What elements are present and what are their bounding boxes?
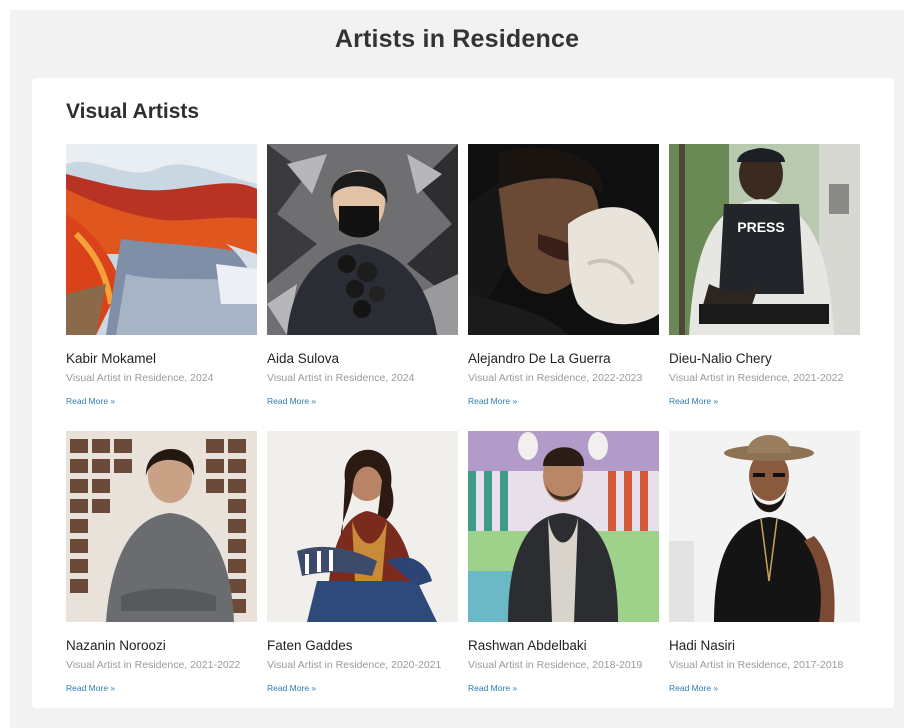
read-more-link[interactable]: Read More » [66,683,115,693]
artist-photo[interactable] [267,144,458,335]
artist-card: PRESS Dieu-Nalio Chery Visual Artist in … [669,144,860,431]
artist-role: Visual Artist in Residence, 2021-2022 [66,659,241,671]
svg-text:PRESS: PRESS [737,219,784,235]
artists-card: Visual Artists Kabir Mokamel Visual Arti… [32,78,894,708]
page-background: Artists in Residence Visual Artists Kabi… [10,10,904,728]
read-more-link[interactable]: Read More » [468,683,517,693]
read-more-link[interactable]: Read More » [66,396,115,406]
artist-name: Faten Gaddes [267,638,353,653]
artist-photo[interactable] [669,431,860,622]
artist-card: Alejandro De La Guerra Visual Artist in … [468,144,659,431]
artist-name: Dieu-Nalio Chery [669,351,772,366]
artist-role: Visual Artist in Residence, 2020-2021 [267,659,442,671]
read-more-link[interactable]: Read More » [468,396,517,406]
artist-photo[interactable]: PRESS [669,144,860,335]
artist-photo[interactable] [66,144,257,335]
artist-role: Visual Artist in Residence, 2024 [66,372,214,384]
artist-name: Aida Sulova [267,351,340,366]
read-more-link[interactable]: Read More » [267,396,316,406]
artist-name: Alejandro De La Guerra [468,351,611,366]
artist-card: Faten Gaddes Visual Artist in Residence,… [267,431,458,718]
artist-role: Visual Artist in Residence, 2018-2019 [468,659,643,671]
artist-card: Aida Sulova Visual Artist in Residence, … [267,144,458,431]
artist-role: Visual Artist in Residence, 2017-2018 [669,659,844,671]
artist-photo[interactable] [468,431,659,622]
artist-card: Kabir Mokamel Visual Artist in Residence… [66,144,257,431]
artist-name: Nazanin Noroozi [66,638,166,653]
artist-role: Visual Artist in Residence, 2024 [267,372,415,384]
artist-card: Rashwan Abdelbaki Visual Artist in Resid… [468,431,659,718]
read-more-link[interactable]: Read More » [669,683,718,693]
artist-photo[interactable] [267,431,458,622]
artist-role: Visual Artist in Residence, 2022-2023 [468,372,643,384]
artist-card: Hadi Nasiri Visual Artist in Residence, … [669,431,860,718]
artist-card: Nazanin Noroozi Visual Artist in Residen… [66,431,257,718]
artist-name: Kabir Mokamel [66,351,157,366]
artist-name: Hadi Nasiri [669,638,736,653]
read-more-link[interactable]: Read More » [267,683,316,693]
artist-photo[interactable] [66,431,257,622]
artist-photo[interactable] [468,144,659,335]
artists-grid: Kabir Mokamel Visual Artist in Residence… [66,144,860,718]
artist-name: Rashwan Abdelbaki [468,638,587,653]
section-title: Visual Artists [66,100,200,123]
artist-role: Visual Artist in Residence, 2021-2022 [669,372,844,384]
page-title: Artists in Residence [334,25,580,53]
read-more-link[interactable]: Read More » [669,396,718,406]
